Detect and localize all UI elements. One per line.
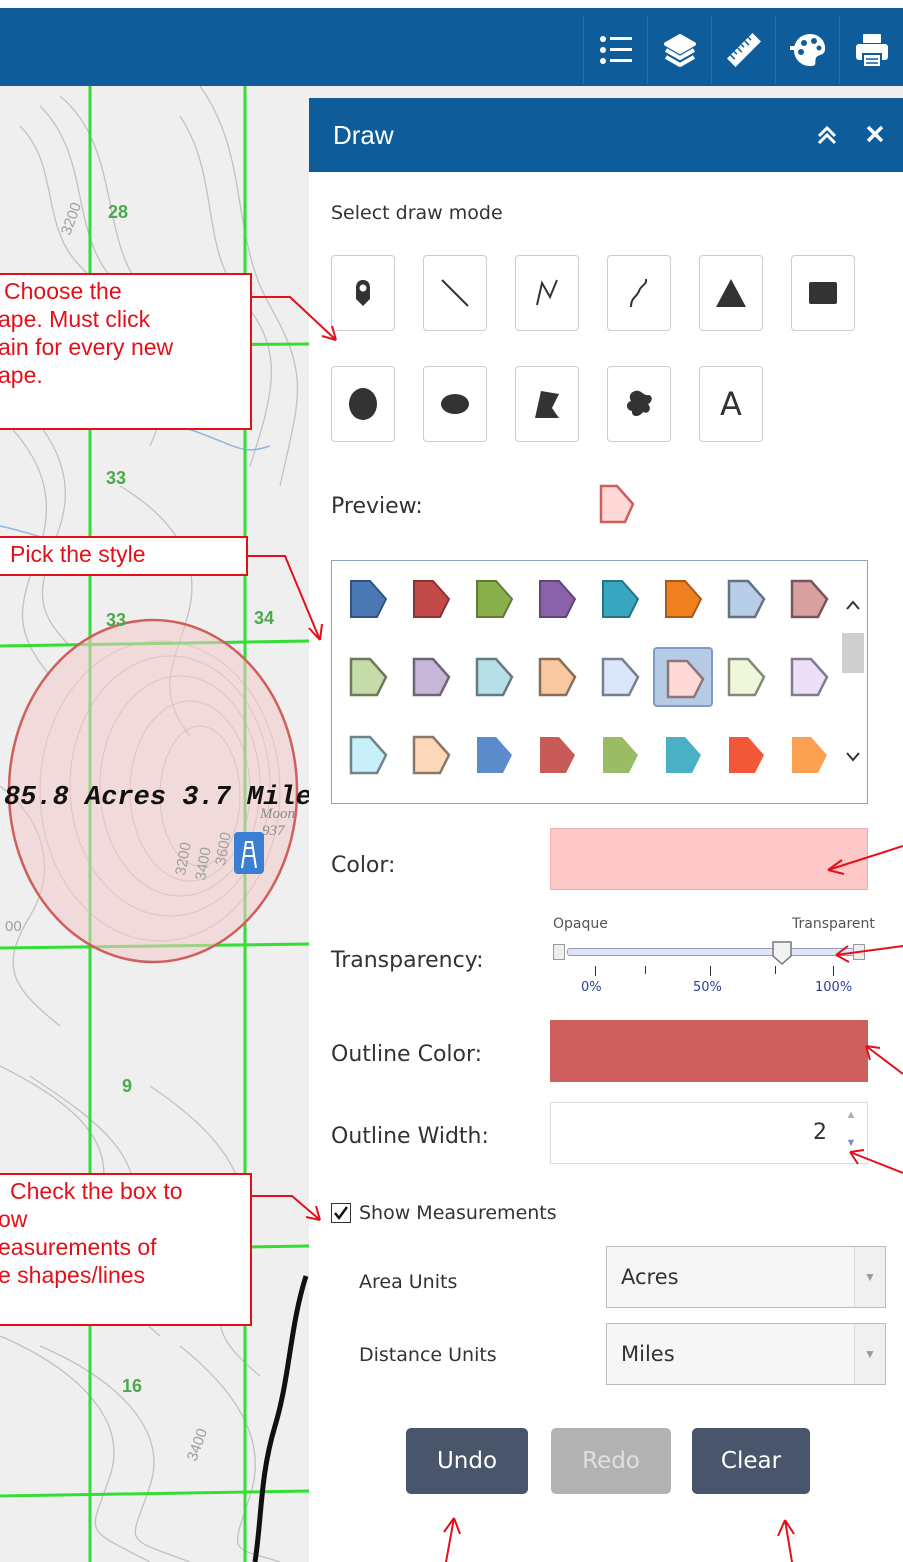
- annotation-arrows: [248, 296, 903, 1562]
